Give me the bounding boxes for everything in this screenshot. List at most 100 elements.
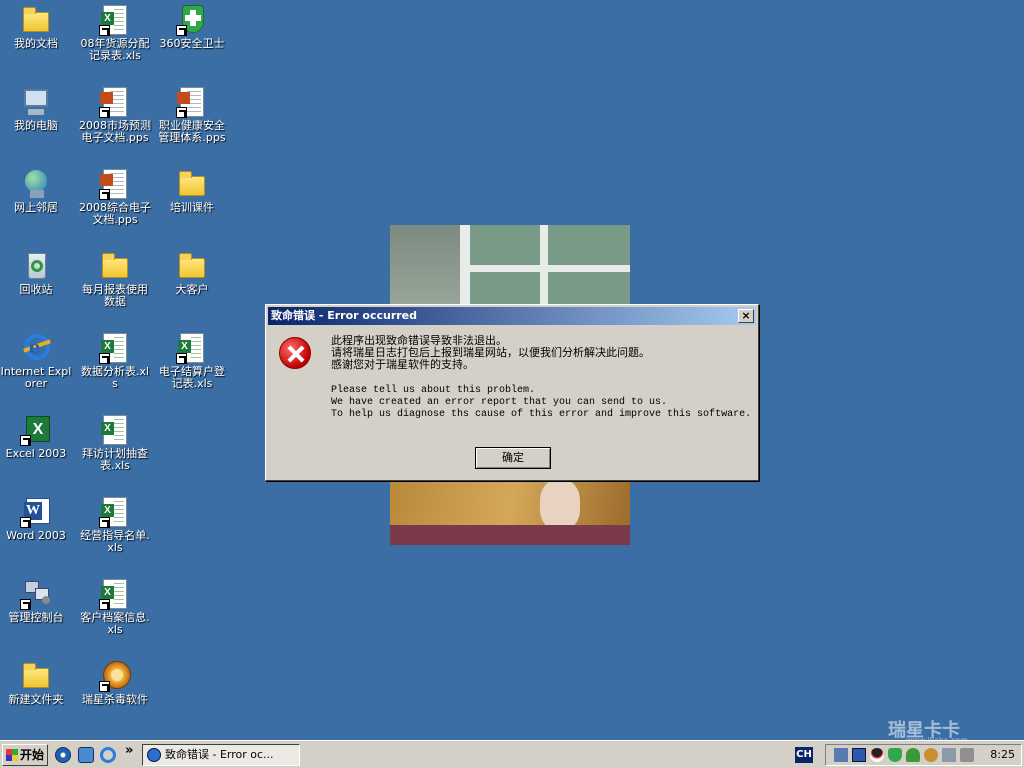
word-icon: W <box>20 496 52 528</box>
clock[interactable]: 8:25 <box>990 745 1015 765</box>
desktop-icon-rising-antivirus[interactable]: 瑞星杀毒软件 <box>77 660 153 706</box>
desktop-icon-my-documents[interactable]: 我的文档 <box>0 4 74 50</box>
folder-documents-icon <box>20 4 52 36</box>
tray-tool-icon[interactable] <box>942 748 956 762</box>
desktop-icon-label: 大客户 <box>175 283 209 296</box>
internet-explorer-quicklaunch-icon[interactable] <box>100 747 116 763</box>
desktop-icon-2008-comprehensive-pps[interactable]: 2008综合电子文档.pps <box>77 168 153 226</box>
desktop-icon-management-console[interactable]: 管理控制台 <box>0 578 74 624</box>
excel-file-icon: X <box>99 414 131 446</box>
desktop-icon-monthly-report-folder[interactable]: 每月报表使用数据 <box>77 250 153 308</box>
start-button[interactable]: 开始 <box>2 744 48 766</box>
desktop-icon-08-supply-xls[interactable]: X 08年货源分配记录表.xls <box>77 4 153 62</box>
ok-button[interactable]: 确定 <box>475 447 551 469</box>
network-globe-icon <box>20 168 52 200</box>
desktop-icon-label: 数据分析表.xls <box>80 365 150 390</box>
media-player-icon[interactable] <box>55 747 71 763</box>
desktop-icon-health-safety-pps[interactable]: 职业健康安全管理体系.pps <box>154 86 230 144</box>
desktop-icon-label: 每月报表使用数据 <box>82 283 148 308</box>
excel-file-icon: X <box>99 4 131 36</box>
desktop-icon-label: 培训课件 <box>170 201 214 214</box>
powerpoint-file-icon <box>176 86 208 118</box>
desktop-icon-label: 经营指导名单.xls <box>80 529 150 554</box>
folder-icon <box>99 250 131 282</box>
excel-icon: X <box>20 414 52 446</box>
desktop-icon-new-folder[interactable]: 新建文件夹 <box>0 660 74 706</box>
folder-icon <box>176 250 208 282</box>
desktop-icon-label: 08年货源分配记录表.xls <box>80 37 150 62</box>
desktop-icon-label: 360安全卫士 <box>159 37 225 50</box>
desktop-icon-label: 职业健康安全管理体系.pps <box>158 119 226 144</box>
tray-tree-icon[interactable] <box>906 748 920 762</box>
desktop-icon-label: 网上邻居 <box>14 201 58 214</box>
desktop-icon-recycle-bin[interactable]: 回收站 <box>0 250 74 296</box>
360-shield-icon <box>176 4 208 36</box>
folder-icon <box>176 168 208 200</box>
desktop-icon-word-2003[interactable]: W Word 2003 <box>0 496 74 542</box>
message-line: To help us diagnose ths cause of this er… <box>331 409 752 420</box>
desktop-icon-label: 2008综合电子文档.pps <box>79 201 151 226</box>
desktop-icon-label: 拜访计划抽查表.xls <box>82 447 148 472</box>
dialog-title: 致命错误 - Error occurred <box>271 309 418 322</box>
start-label: 开始 <box>20 748 45 762</box>
desktop-icon-label: Internet Explorer <box>0 365 72 390</box>
desktop-icon-label: Word 2003 <box>6 529 66 542</box>
desktop-icon-internet-explorer[interactable]: e Internet Explorer <box>0 332 74 390</box>
tray-speaker-icon[interactable] <box>960 748 974 762</box>
language-indicator[interactable]: CH <box>795 747 813 763</box>
ikaka-watermark: 瑞星卡卡 www.ikaka.com <box>888 716 1018 745</box>
excel-file-icon: X <box>99 496 131 528</box>
desktop-icon-guidance-list-xls[interactable]: X 经营指导名单.xls <box>77 496 153 554</box>
rising-lion-icon <box>99 660 131 692</box>
desktop-icon-key-accounts-folder[interactable]: 大客户 <box>154 250 230 296</box>
desktop-icon-customer-archive-xls[interactable]: X 客户档案信息.xls <box>77 578 153 636</box>
excel-file-icon: X <box>176 332 208 364</box>
computer-icon <box>20 86 52 118</box>
desktop-icon-training-folder[interactable]: 培训课件 <box>154 168 230 214</box>
desktop-icon-label: 我的电脑 <box>14 119 58 132</box>
system-tray: 8:25 <box>825 744 1022 766</box>
task-app-icon <box>147 748 161 762</box>
recycle-bin-icon <box>20 250 52 282</box>
desktop-icon-label: 回收站 <box>19 283 53 296</box>
dialog-close-button[interactable]: × <box>738 309 754 323</box>
desktop-icon-label: 客户档案信息.xls <box>80 611 150 636</box>
message-line: Please tell us about this problem. <box>331 385 536 396</box>
taskbar-task-error-dialog[interactable]: 致命错误 - Error oc... <box>142 744 300 766</box>
quicklaunch-more-icon[interactable]: » <box>125 743 133 758</box>
powerpoint-file-icon <box>99 168 131 200</box>
desktop-icon-my-computer[interactable]: 我的电脑 <box>0 86 74 132</box>
excel-file-icon: X <box>99 332 131 364</box>
message-line: We have created an error report that you… <box>331 397 668 408</box>
desktop-icon-360-safeguard[interactable]: 360安全卫士 <box>154 4 230 50</box>
desktop-icon-label: 新建文件夹 <box>8 693 64 706</box>
tray-qq-penguin-icon[interactable] <box>870 748 884 762</box>
desktop-icon-excel-2003[interactable]: X Excel 2003 <box>0 414 74 460</box>
tray-network-icon[interactable] <box>834 748 848 762</box>
task-label: 致命错误 - Error oc... <box>165 748 274 761</box>
message-line: 感谢您对于瑞星软件的支持。 <box>331 358 474 371</box>
desktop-icon-label: 管理控制台 <box>8 611 64 624</box>
error-dialog: 致命错误 - Error occurred × 此程序出现致命错误导致非法退出。… <box>265 304 759 481</box>
tray-antivirus-icon[interactable] <box>924 748 938 762</box>
tray-shield-icon[interactable] <box>888 748 902 762</box>
taskbar: 开始 » 致命错误 - Error oc... CH 8:25 <box>0 740 1024 768</box>
desktop-icon-label: 瑞星杀毒软件 <box>82 693 148 706</box>
desktop-icon-label: 2008市场预测电子文档.pps <box>79 119 151 144</box>
desktop-icon-label: 电子结算户登记表.xls <box>159 365 225 390</box>
dialog-titlebar[interactable]: 致命错误 - Error occurred × <box>268 307 756 325</box>
desktop-icon-network[interactable]: 网上邻居 <box>0 168 74 214</box>
excel-file-icon: X <box>99 578 131 610</box>
desktop-icon-2008-market-pps[interactable]: 2008市场预测电子文档.pps <box>77 86 153 144</box>
powerpoint-file-icon <box>99 86 131 118</box>
desktop-icon-data-analysis-xls[interactable]: X 数据分析表.xls <box>77 332 153 390</box>
desktop-icon-label: Excel 2003 <box>5 447 67 460</box>
desktop-icon-settlement-register-xls[interactable]: X 电子结算户登记表.xls <box>154 332 230 390</box>
desktop-icon-visit-plan-xls[interactable]: X 拜访计划抽查表.xls <box>77 414 153 472</box>
tray-monitor-icon[interactable] <box>852 748 866 762</box>
windows-flag-icon <box>6 749 18 761</box>
settings-app-icon[interactable] <box>78 747 94 763</box>
desktop-icon-label: 我的文档 <box>14 37 58 50</box>
internet-explorer-icon: e <box>20 332 52 364</box>
dialog-message-chinese: 此程序出现致命错误导致非法退出。 请将瑞星日志打包后上报到瑞星网站，以便我们分析… <box>331 335 650 371</box>
